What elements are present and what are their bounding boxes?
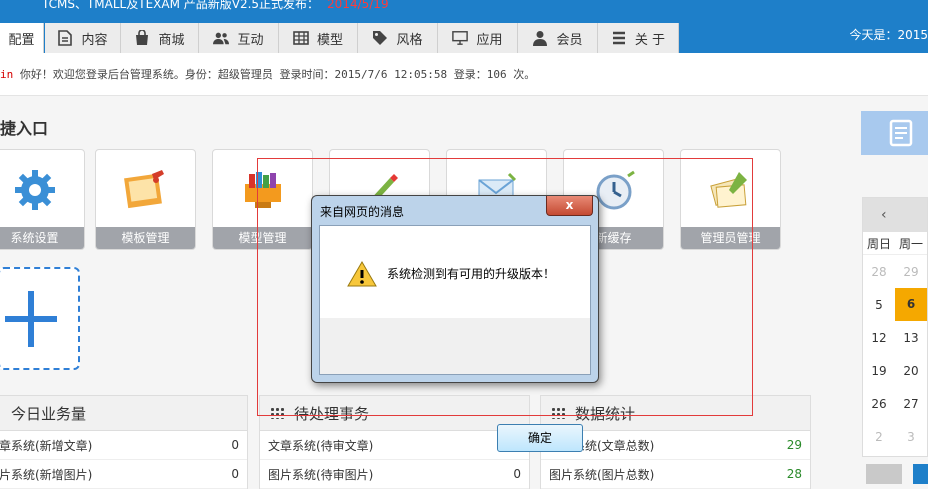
calendar-footer-button-primary[interactable] [913, 464, 928, 484]
row-value: 0 [231, 438, 239, 452]
row-value: 28 [786, 467, 802, 481]
calendar-day-today[interactable]: 6 [895, 288, 927, 321]
list-icon [611, 30, 627, 46]
login-info: 你好！欢迎您登录后台管理系统。身份：超级管理员 登录时间：2015/7/6 12… [13, 68, 536, 81]
calendar-week: 28 29 [863, 255, 927, 288]
tab-model[interactable]: 模型 [279, 23, 358, 53]
add-shortcut-button[interactable] [0, 267, 80, 370]
user-icon [532, 30, 548, 46]
row-name: 文章系统(待审文章) [268, 438, 374, 453]
tag-icon [372, 30, 388, 46]
shopping-bag-icon [134, 30, 150, 46]
dialog-close-button[interactable]: x [546, 196, 593, 216]
main-nav: 配置 内容 商城 互动 模型 风格 应用 会员 关 于 今天是：2015 [0, 20, 928, 53]
table-row[interactable]: 章系统(新增文章) 0 [0, 431, 247, 460]
tab-label: 模型 [316, 32, 343, 48]
tab-label: 风格 [396, 32, 423, 48]
calendar-header: ‹ [863, 198, 927, 232]
row-value: 0 [231, 467, 239, 481]
tab-interact[interactable]: 互动 [199, 23, 279, 53]
dialog-footer: 确定 [320, 318, 590, 452]
top-banner: TCMS、TMALL及TEXAM 产品新版V2.5正式发布： 2014/5/19 [0, 0, 928, 20]
plus-icon [5, 291, 57, 347]
card-label: 模板管理 [96, 227, 195, 249]
table-row[interactable]: 文章系统(待审文章)0 [260, 431, 529, 460]
table-row[interactable]: 图片系统(图片总数) 28 [541, 460, 810, 489]
calendar-week: 19 20 [863, 354, 927, 387]
row-name: 图片系统(待审图片) [268, 467, 374, 482]
row-name: 片系统(新增图片) [0, 467, 93, 482]
tab-label: 关 于 [634, 32, 666, 48]
calendar-prev-button[interactable]: ‹ [881, 207, 887, 223]
table-row[interactable]: 图片系统(待审图片) 0 [260, 460, 529, 489]
tab-label: 配置 [8, 32, 35, 48]
calendar-day[interactable]: 20 [895, 364, 927, 378]
tab-label: 会员 [556, 32, 583, 48]
tab-about[interactable]: 关 于 [598, 23, 679, 53]
panel-title: 今日业务量 [11, 404, 87, 423]
calendar-day[interactable]: 2 [863, 430, 895, 444]
tab-members[interactable]: 会员 [518, 23, 598, 53]
warning-icon [347, 260, 377, 288]
template-icon [122, 166, 170, 214]
row-value: 29 [786, 438, 802, 452]
welcome-text: in 你好！欢迎您登录后台管理系统。身份：超级管理员 登录时间：2015/7/6… [0, 66, 535, 82]
calendar-day[interactable]: 3 [895, 430, 927, 444]
calendar-day[interactable]: 27 [895, 397, 927, 411]
tab-label: 商城 [158, 32, 185, 48]
tab-mall[interactable]: 商城 [121, 23, 199, 53]
monitor-icon [452, 30, 469, 46]
tab-config[interactable]: 配置 [0, 23, 44, 53]
announcement-date: 2014/5/19 [327, 0, 389, 11]
tab-style[interactable]: 风格 [358, 23, 438, 53]
ok-button[interactable]: 确定 [497, 424, 583, 452]
panel-header: 今日业务量 [0, 396, 247, 431]
calendar-day[interactable]: 28 [863, 265, 895, 279]
row-name: 章系统(新增文章) [0, 438, 93, 453]
welcome-bar: in 你好！欢迎您登录后台管理系统。身份：超级管理员 登录时间：2015/7/6… [0, 53, 928, 96]
panel-today-business: 今日业务量 章系统(新增文章) 0 片系统(新增图片) 0 [0, 395, 248, 489]
calendar-day[interactable]: 5 [863, 298, 895, 312]
calendar-day[interactable]: 19 [863, 364, 895, 378]
document-icon [57, 30, 73, 46]
table-icon [293, 30, 309, 46]
card-label: 系统设置 [0, 227, 84, 249]
row-name: 图片系统(图片总数) [549, 467, 655, 482]
calendar-week: 12 13 [863, 321, 927, 354]
announcement[interactable]: TCMS、TMALL及TEXAM 产品新版V2.5正式发布： 2014/5/19 [42, 0, 389, 12]
today-date: 今天是：2015 [849, 28, 928, 42]
notes-button[interactable] [861, 111, 928, 155]
dialog-title: 来自网页的消息 [320, 205, 405, 219]
calendar: ‹ 周日 周一 28 29 56 12 13 19 20 26 27 23 [862, 197, 928, 457]
tab-label: 互动 [237, 32, 264, 48]
username: in [0, 68, 14, 81]
alert-dialog: 来自网页的消息 x 系统检测到有可用的升级版本！ 确定 [311, 195, 599, 452]
quick-card-system-settings[interactable]: 系统设置 [0, 149, 85, 250]
tab-apps[interactable]: 应用 [438, 23, 518, 53]
row-value: 0 [513, 467, 521, 481]
tab-label: 应用 [476, 32, 503, 48]
announcement-text: TCMS、TMALL及TEXAM 产品新版V2.5正式发布： [42, 0, 320, 11]
dialog-message: 系统检测到有可用的升级版本！ [387, 267, 556, 281]
tab-content[interactable]: 内容 [45, 23, 121, 53]
quick-entry-title: 捷入口 [0, 119, 49, 138]
calendar-day[interactable]: 29 [895, 265, 927, 279]
weekday-label: 周一 [898, 236, 923, 251]
calendar-day[interactable]: 13 [895, 331, 927, 345]
table-row[interactable]: 片系统(新增图片) 0 [0, 460, 247, 489]
calendar-day[interactable]: 12 [863, 331, 895, 345]
calendar-weekdays: 周日 周一 [863, 232, 927, 255]
users-icon [213, 30, 230, 46]
notepad-icon [889, 119, 913, 147]
calendar-day[interactable]: 26 [863, 397, 895, 411]
calendar-week: 26 27 [863, 387, 927, 420]
calendar-week: 56 [863, 288, 927, 321]
calendar-footer-button[interactable] [866, 464, 902, 484]
quick-card-templates[interactable]: 模板管理 [95, 149, 196, 250]
tab-label: 内容 [81, 32, 108, 48]
calendar-week: 23 [863, 420, 927, 453]
dialog-body: 系统检测到有可用的升级版本！ 确定 [319, 225, 591, 452]
gear-icon [11, 166, 59, 214]
weekday-label: 周日 [866, 236, 891, 251]
